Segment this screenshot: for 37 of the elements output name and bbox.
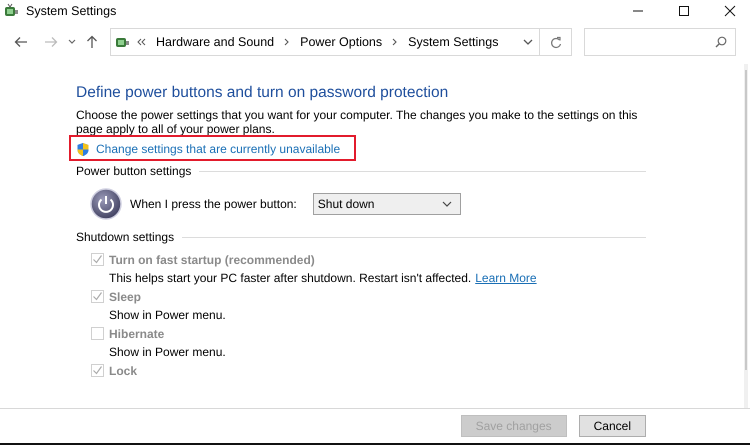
shield-icon bbox=[76, 142, 90, 156]
search-icon bbox=[715, 36, 727, 48]
chevron-down-icon bbox=[442, 201, 452, 207]
checkbox-label: Lock bbox=[109, 364, 138, 378]
power-button-dropdown[interactable]: Shut down bbox=[312, 193, 461, 215]
refresh-button[interactable] bbox=[540, 28, 572, 56]
chevron-right-icon[interactable] bbox=[284, 38, 290, 46]
chevron-down-icon[interactable] bbox=[68, 39, 76, 45]
search-field[interactable] bbox=[584, 28, 736, 56]
section-title: Shutdown settings bbox=[76, 230, 174, 244]
close-icon[interactable] bbox=[724, 5, 736, 17]
cancel-button[interactable]: Cancel bbox=[578, 415, 646, 437]
maximize-icon[interactable] bbox=[678, 5, 690, 17]
page-heading: Define power buttons and turn on password protection bbox=[76, 84, 450, 102]
field-label: When I press the power button: bbox=[130, 197, 297, 211]
refresh-icon bbox=[550, 36, 562, 48]
scrollbar[interactable] bbox=[744, 64, 748, 408]
checkbox-label: Sleep bbox=[109, 290, 142, 304]
description-text: Choose the power settings that you want for your computer. The changes you make to the settings on this page apply to all of your power plans. bbox=[76, 108, 638, 136]
breadcrumb-item[interactable]: Power Options bbox=[300, 35, 382, 49]
option-description: This helps start your PC faster after shutdown. Restart isn't affected. bbox=[109, 271, 472, 285]
chevron-down-icon[interactable] bbox=[523, 38, 533, 46]
option-description: Show in Power menu. bbox=[109, 345, 226, 359]
section-title: Power button settings bbox=[76, 164, 192, 178]
power-icon bbox=[90, 188, 122, 220]
breadcrumb-item[interactable]: System Settings bbox=[408, 35, 498, 49]
breadcrumb-item[interactable]: Hardware and Sound bbox=[156, 35, 274, 49]
admin-settings-link[interactable]: Change settings that are currently unavailable bbox=[96, 142, 340, 156]
up-arrow-icon[interactable] bbox=[86, 35, 98, 49]
window-title: System Settings bbox=[26, 4, 116, 18]
double-chevron-icon[interactable] bbox=[137, 38, 146, 46]
checkbox-label: Hibernate bbox=[109, 326, 164, 340]
address-bar[interactable]: Hardware and Sound Power Options System Settings bbox=[110, 28, 540, 56]
option-description: Show in Power menu. bbox=[109, 308, 226, 322]
checkbox-label: Turn on fast startup (recommended) bbox=[109, 252, 315, 266]
back-arrow-icon[interactable] bbox=[14, 36, 28, 48]
chevron-right-icon[interactable] bbox=[392, 38, 398, 46]
